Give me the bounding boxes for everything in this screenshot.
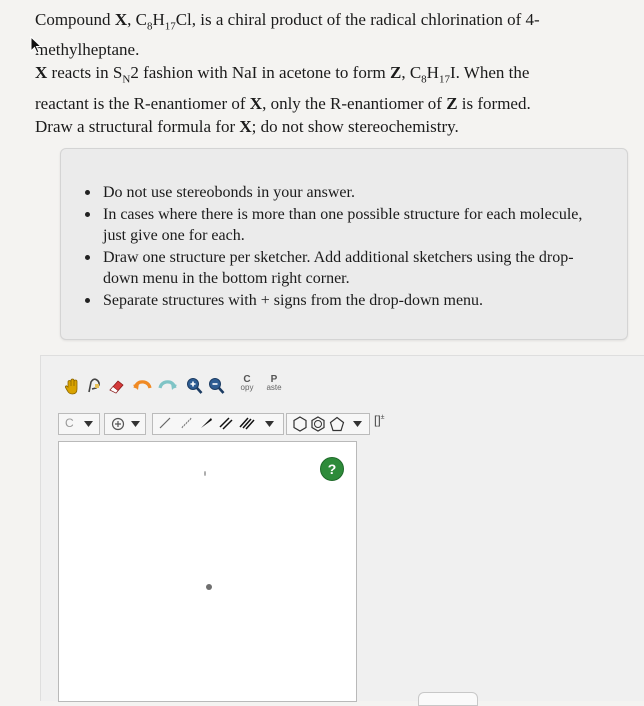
question-text-segment: , only the R-enantiomer of: [262, 93, 447, 113]
subscript: 17: [164, 20, 176, 33]
question-paragraph-1: Compound X, C8H17Cl, is a chiral product…: [35, 8, 625, 61]
question-text-segment: reacts in S: [47, 63, 123, 83]
benzene-icon: [311, 416, 325, 432]
bracket-label: []: [374, 413, 381, 427]
chevron-down-icon: [353, 421, 362, 427]
bracket-sup: ±: [380, 414, 385, 421]
bracket-tool[interactable]: []±: [374, 413, 404, 433]
plus-charge-icon: [111, 417, 125, 431]
canvas-dot: [206, 584, 212, 590]
canvas-speck: [204, 471, 206, 476]
question-text-segment: ; do not show stereochemistry.: [251, 116, 459, 136]
zoom-in-icon[interactable]: [186, 377, 203, 395]
cyclohexane-icon: [293, 416, 307, 432]
sketcher-toolbar-bottom: C []±: [56, 410, 416, 438]
instruction-item: Separate structures with + signs from th…: [83, 290, 603, 311]
compound-z-label: Z: [389, 63, 402, 83]
add-sketcher-tab[interactable]: [418, 692, 478, 706]
question-text-segment: Cl, is a chiral product of the radical c…: [175, 10, 540, 29]
chevron-down-icon: [265, 421, 274, 427]
eraser-icon[interactable]: [108, 378, 126, 394]
instruction-item: Draw one structure per sketcher. Add add…: [83, 247, 603, 289]
element-selector[interactable]: C: [58, 413, 100, 435]
cyclopentane-icon: [329, 416, 345, 432]
chevron-down-icon: [131, 421, 140, 427]
question-text-segment: methylheptane.: [35, 40, 140, 60]
instruction-item: In cases where there is more than one po…: [83, 204, 603, 246]
hashed-bond-icon: [181, 417, 192, 429]
ring-selector[interactable]: [286, 413, 370, 435]
question-paragraph-2: X reacts in SN2 fashion with NaI in acet…: [35, 61, 625, 137]
question-text-segment: 2 fashion with NaI in acetone to form: [130, 63, 390, 83]
element-label: C: [65, 416, 74, 430]
redo-icon[interactable]: [158, 378, 178, 394]
double-bond-icon: [219, 417, 233, 430]
compound-x-label: X: [239, 116, 252, 136]
compound-x-label: X: [249, 93, 263, 113]
compound-x-label: X: [114, 10, 128, 29]
paste-label-bottom: aste: [266, 383, 282, 392]
zoom-out-icon[interactable]: [208, 377, 225, 395]
instructions-list: Do not use stereobonds in your answer. I…: [83, 182, 603, 312]
question-text-segment: is formed.: [457, 93, 531, 113]
question-text-segment: reactant is the R-enantiomer of: [35, 93, 250, 113]
single-bond-icon: [159, 417, 171, 429]
question-text-segment: Draw a structural formula for: [35, 116, 240, 136]
instructions-panel: Do not use stereobonds in your answer. I…: [60, 148, 628, 340]
hand-icon[interactable]: [64, 378, 80, 396]
question-text-segment: H: [152, 10, 165, 29]
question-text-segment: Compound: [35, 10, 115, 29]
help-button[interactable]: ?: [320, 457, 344, 481]
instruction-item: Do not use stereobonds in your answer.: [83, 182, 603, 203]
subscript: 17: [438, 73, 450, 86]
question-text: Compound X, C8H17Cl, is a chiral product…: [35, 8, 625, 138]
mouse-cursor-icon: [30, 36, 42, 54]
undo-icon[interactable]: [132, 378, 152, 394]
question-text-segment: , C: [401, 63, 422, 83]
copy-label-bottom: opy: [240, 383, 254, 392]
drawing-canvas[interactable]: [58, 441, 357, 702]
paste-button[interactable]: P aste: [264, 375, 284, 392]
question-text-segment: H: [426, 63, 439, 83]
charge-selector[interactable]: [104, 413, 146, 435]
compound-z-label: Z: [446, 93, 458, 113]
question-text-segment: I. When the: [449, 63, 530, 83]
bond-selector[interactable]: [152, 413, 284, 435]
lasso-select-icon[interactable]: [86, 377, 102, 395]
copy-button[interactable]: C opy: [238, 375, 256, 392]
chevron-down-icon: [84, 421, 93, 427]
wedge-bond-icon: [201, 418, 212, 428]
compound-x-label: X: [35, 63, 48, 83]
sketcher-toolbar-top: C opy P aste: [64, 375, 304, 398]
question-text-segment: , C: [127, 10, 147, 29]
triple-bond-icon: [239, 417, 255, 430]
